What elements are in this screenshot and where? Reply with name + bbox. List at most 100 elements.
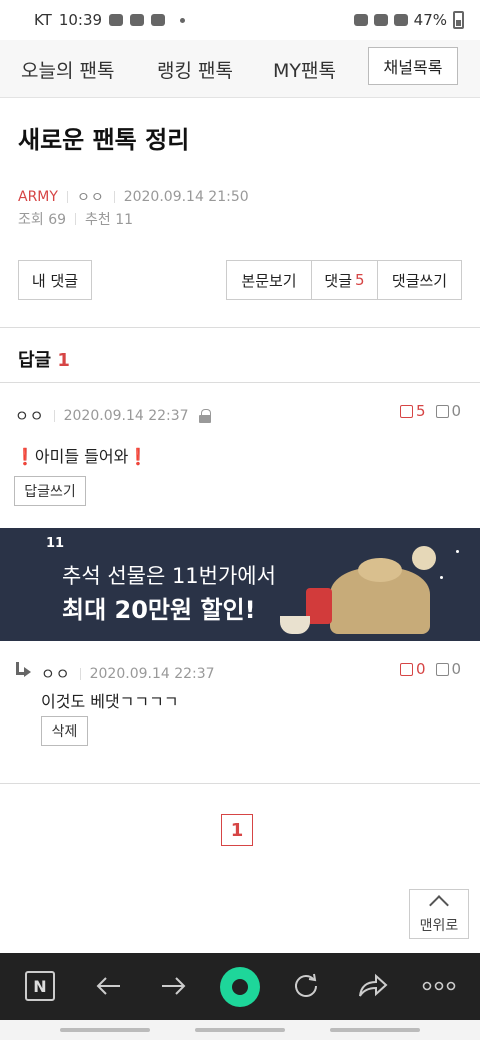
tab-my-fantalk[interactable]: MY팬톡	[273, 56, 336, 83]
back-gesture[interactable]	[330, 1028, 420, 1032]
dislike-count: 0	[451, 402, 462, 420]
battery-icon	[453, 11, 464, 29]
recent-apps-gesture[interactable]	[60, 1028, 150, 1032]
comment-text: ❗아미들 들어와❗	[15, 443, 148, 467]
cloud-icon	[130, 14, 145, 26]
signal-icon	[393, 14, 408, 26]
view-count: 조회 69	[18, 212, 67, 228]
comment-datetime: 2020.09.14 22:37	[89, 665, 215, 682]
channel-list-button[interactable]: 채널목록	[368, 47, 458, 85]
ad-headline: 추석 선물은 11번가에서	[62, 564, 276, 588]
green-dot-button[interactable]	[219, 966, 261, 1008]
thumb-down-icon	[435, 404, 449, 418]
back-button[interactable]	[90, 968, 126, 1004]
gallery-icon	[151, 14, 166, 26]
share-icon	[359, 973, 388, 997]
arrow-right-icon	[162, 977, 186, 995]
refresh-icon	[295, 973, 317, 997]
scroll-to-top-button[interactable]: 맨위로	[409, 889, 469, 939]
system-nav-bar	[0, 1020, 480, 1040]
status-bar: KT 10:39 47%	[0, 0, 480, 40]
gift-knot-image	[358, 558, 402, 582]
share-button[interactable]	[355, 968, 391, 1004]
like-button[interactable]: 0	[400, 660, 426, 678]
replies-label: 답글	[18, 350, 52, 371]
separator	[66, 191, 68, 203]
comment-meta: ㅇㅇ 2020.09.14 22:37	[41, 663, 215, 684]
post-meta: ARMY ㅇㅇ 2020.09.14 21:50	[18, 187, 249, 207]
like-button[interactable]: 5	[400, 402, 426, 420]
divider	[0, 382, 480, 383]
reply-arrow-icon	[14, 662, 32, 677]
refresh-button[interactable]	[288, 968, 324, 1004]
carrier: KT	[34, 11, 52, 29]
moon-image	[412, 546, 436, 570]
thumb-up-icon	[400, 662, 413, 676]
dislike-button[interactable]: 0	[435, 660, 462, 678]
author-name: ㅇㅇ	[76, 190, 105, 206]
reply-button[interactable]: 답글쓰기	[14, 476, 86, 506]
ad-banner[interactable]: 11 추석 선물은 11번가에서 최대 20만원 할인!	[0, 528, 480, 641]
like-count: 0	[416, 660, 426, 678]
comments-label: 댓글	[324, 271, 353, 290]
delete-button[interactable]: 삭제	[41, 716, 88, 746]
separator	[53, 409, 55, 422]
forward-button[interactable]	[156, 968, 192, 1004]
more-notifications-dot	[180, 17, 186, 23]
more-options-button[interactable]	[421, 968, 457, 1004]
my-comments-button[interactable]: 내 댓글	[18, 260, 92, 300]
separator	[75, 213, 77, 225]
comment-votes: 0 0	[400, 660, 461, 678]
replies-header: 답글 1	[18, 346, 70, 372]
naver-home-button[interactable]: N	[22, 968, 58, 1004]
divider	[0, 783, 480, 784]
comments-button[interactable]: 댓글 5	[311, 260, 378, 300]
mute-icon	[353, 14, 368, 26]
comment-text: 이것도 베댓ㄱㄱㄱㄱ	[41, 692, 179, 711]
separator	[113, 191, 115, 203]
scroll-to-top-label: 맨위로	[419, 918, 459, 934]
wifi-icon	[373, 14, 388, 26]
top-nav: 오늘의 팬톡 랭킹 팬톡 MY팬톡 채널목록	[0, 40, 480, 98]
exclamation-emoji: ❗	[15, 447, 35, 466]
talk-notification-icon	[109, 14, 124, 26]
chevron-up-icon	[429, 895, 449, 915]
star-decoration	[456, 550, 459, 553]
green-dot-icon	[220, 967, 260, 1007]
ad-logo: 11	[46, 536, 65, 551]
page-number-current[interactable]: 1	[221, 814, 253, 846]
star-decoration	[440, 576, 443, 579]
dislike-count: 0	[451, 660, 462, 678]
tab-today-fantalk[interactable]: 오늘의 팬톡	[21, 56, 114, 83]
view-post-button[interactable]: 본문보기	[226, 260, 312, 300]
comment-votes: 5 0	[400, 402, 461, 420]
battery-percent: 47%	[413, 11, 447, 29]
write-comment-button[interactable]: 댓글쓰기	[377, 260, 462, 300]
arrow-left-icon	[96, 977, 120, 995]
home-gesture[interactable]	[195, 1028, 285, 1032]
post-stats: 조회 69 추천 11	[18, 209, 133, 229]
author-group[interactable]: ARMY	[18, 189, 58, 205]
comment-text-body: 아미들 들어와	[34, 447, 129, 466]
comment-datetime: 2020.09.14 22:37	[63, 407, 189, 424]
browser-toolbar: N	[0, 953, 480, 1020]
separator	[79, 667, 81, 680]
comment-author: ㅇㅇ	[41, 665, 71, 683]
comment-meta: ㅇㅇ 2020.09.14 22:37	[15, 405, 211, 426]
thumb-down-icon	[435, 662, 449, 676]
comment-count: 5	[355, 271, 365, 289]
divider	[0, 327, 480, 328]
tab-ranking-fantalk[interactable]: 랭킹 팬톡	[157, 56, 233, 83]
more-dots-icon	[422, 981, 456, 991]
dislike-button[interactable]: 0	[435, 402, 462, 420]
clock: 10:39	[58, 11, 103, 29]
lock-icon	[198, 409, 211, 423]
thumb-up-icon	[400, 404, 413, 418]
page-title: 새로운 팬톡 정리	[18, 126, 190, 154]
exclamation-emoji: ❗	[128, 447, 149, 466]
replies-count: 1	[57, 350, 70, 371]
tea-cup-image	[280, 616, 310, 634]
ad-subheadline: 최대 20만원 할인!	[62, 596, 256, 624]
comment-author: ㅇㅇ	[15, 407, 45, 425]
recommend-count: 추천 11	[85, 212, 134, 228]
